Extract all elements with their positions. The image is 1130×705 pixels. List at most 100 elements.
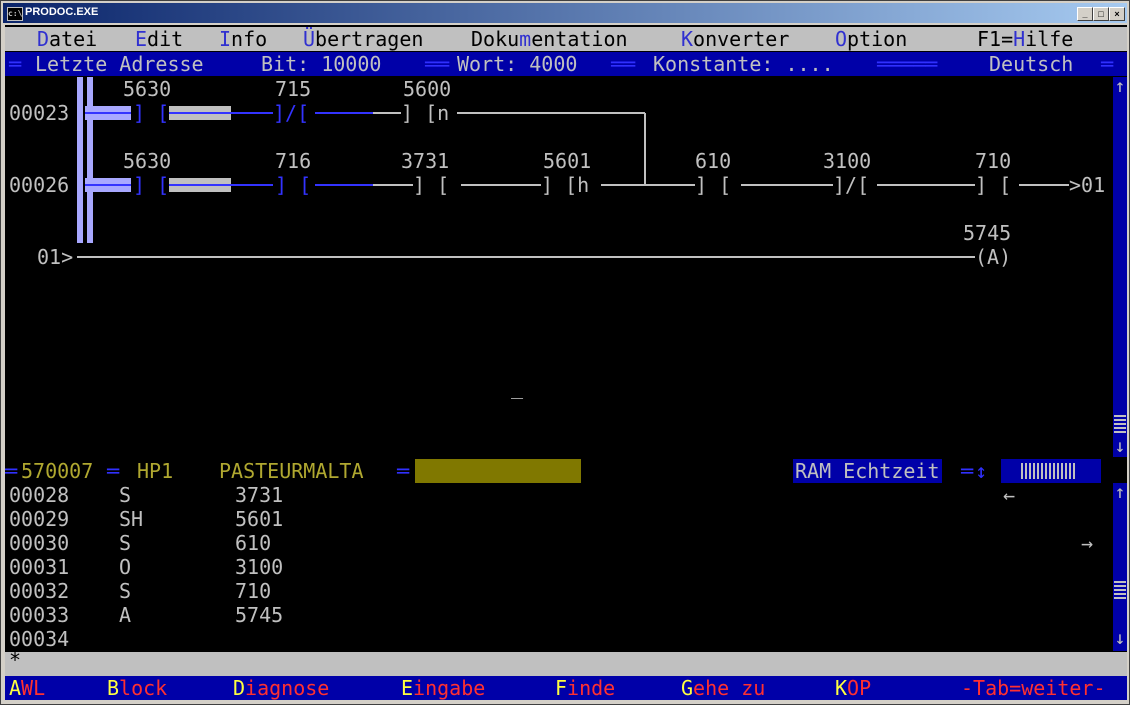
function-key-bar: AWL Block Diagnose Eingabe Finde Gehe zu… (5, 676, 1127, 700)
rung-3-addresses: 5745 (5, 221, 1113, 245)
menu-option[interactable]: Option (835, 27, 907, 51)
word-count: Wort: 4000 (457, 52, 578, 76)
contact-neg[interactable]: ] [n (401, 101, 449, 125)
contact-address: 716 (275, 149, 312, 173)
app-window: c:\ PRODOC.EXE _ □ × Datei Edit Info Übe… (0, 0, 1130, 705)
window-title: PRODOC.EXE (25, 6, 99, 18)
connector-out[interactable]: >01 (1069, 173, 1105, 197)
contact-no[interactable]: ] [ (695, 173, 731, 197)
operand: 5601 (235, 507, 284, 531)
line-number: 00029 (9, 507, 70, 531)
plc-name: HP1 (137, 459, 174, 483)
list-item[interactable]: 00030 S 610 (5, 531, 1113, 555)
h-scroll-thumb[interactable] (1021, 463, 1077, 479)
scroll-thumb[interactable] (1114, 579, 1126, 599)
status-bar: ═ Letzte Adresse Bit: 10000 ══ Wort: 400… (5, 52, 1127, 76)
list-item[interactable]: 00031 O 3100 (5, 555, 1113, 579)
operand: 3100 (235, 555, 284, 579)
dos-screen: Datei Edit Info Übertragen Dokumentation… (5, 25, 1127, 700)
fkey-diagnose[interactable]: Diagnose (233, 676, 329, 700)
menu-info[interactable]: Info (219, 27, 267, 51)
menu-uebertragen[interactable]: Übertragen (303, 27, 423, 51)
scroll-up-arrow[interactable]: ↑ (1113, 77, 1127, 97)
mode-indicator[interactable]: RAM Echtzeit (793, 459, 942, 483)
fkey-gehe-zu[interactable]: Gehe zu (681, 676, 765, 700)
list-item[interactable]: 00029 SH 5601 (5, 507, 1113, 531)
console-icon: c:\ (7, 7, 23, 21)
scroll-up-arrow[interactable]: ↑ (1113, 483, 1127, 503)
maximize-button[interactable]: □ (1093, 7, 1109, 21)
line-number: 00028 (9, 483, 70, 507)
rung-3[interactable]: 01> (A) (5, 245, 1113, 269)
ladder-diagram[interactable]: 5630 715 5600 00023 ] [ ]/[ ] [n 5630 71… (5, 77, 1113, 457)
fkey-kop[interactable]: KOP (835, 676, 871, 700)
operation: S (119, 483, 132, 507)
menu-bar: Datei Edit Info Übertragen Dokumentation… (5, 27, 1127, 51)
list-scrollbar[interactable]: ↑ ↓ (1113, 483, 1127, 651)
connector-in[interactable]: 01> (37, 245, 73, 269)
output-coil[interactable]: (A) (975, 245, 1011, 269)
menu-konverter[interactable]: Konverter (681, 27, 789, 51)
contact-address: 5601 (543, 149, 592, 173)
line-number: 00032 (9, 579, 70, 603)
list-item[interactable]: 00028 S 3731 (5, 483, 1113, 507)
contact-address: 5600 (403, 77, 452, 101)
operation: S (119, 579, 132, 603)
list-item[interactable]: 00032 S 710 (5, 579, 1113, 603)
scroll-down-arrow[interactable]: ↓ (1113, 629, 1127, 649)
rung-number: 00026 (9, 173, 70, 197)
title-bar[interactable]: c:\ PRODOC.EXE _ □ × (3, 3, 1127, 23)
operation: SH (119, 507, 144, 531)
bit-count: Bit: 10000 (261, 52, 382, 76)
contact-no[interactable]: ] [ (413, 173, 449, 197)
operation: A (119, 603, 132, 627)
operand: 5745 (235, 603, 284, 627)
operation: S (119, 531, 132, 555)
contact-no[interactable]: ] [ (975, 173, 1011, 197)
operand: 3731 (235, 483, 284, 507)
contact-address: 3100 (823, 149, 872, 173)
menu-help[interactable]: F1=Hilfe (977, 27, 1073, 51)
language-indicator[interactable]: Deutsch (989, 52, 1073, 76)
instruction-list[interactable]: 00028 S 3731 00029 SH 5601 00030 S 610 0… (5, 483, 1113, 651)
close-button[interactable]: × (1109, 7, 1125, 21)
coil-address: 5745 (963, 221, 1012, 245)
scroll-thumb[interactable] (1114, 413, 1126, 433)
tab-hint: -Tab=weiter- (961, 676, 1106, 700)
operand: 710 (235, 579, 272, 603)
menu-dokumentation[interactable]: Dokumentation (471, 27, 628, 51)
cpu-group-field: UP80 GR80 (415, 459, 581, 531)
fkey-awl[interactable]: AWL (9, 676, 45, 700)
command-line[interactable]: * (5, 648, 1127, 676)
contact-nc[interactable]: ]/[ (273, 101, 309, 125)
contact-no[interactable]: ] [ (275, 173, 311, 197)
project-name: PASTEURMALTA (219, 459, 364, 483)
operand: 610 (235, 531, 272, 555)
contact-no[interactable]: ] [ (133, 173, 169, 197)
menu-edit[interactable]: Edit (135, 27, 183, 51)
minimize-button[interactable]: _ (1077, 7, 1093, 21)
rung-2-addresses: 5630 716 3731 5601 610 3100 710 (5, 149, 1113, 173)
scroll-down-arrow[interactable]: ↓ (1113, 437, 1127, 457)
info-bar: ═ 570007 ═ HP1 PASTEURMALTA ═ UP80 GR80 … (5, 459, 1113, 555)
contact-pos[interactable]: ] [h (541, 173, 589, 197)
menu-datei[interactable]: Datei (37, 27, 97, 51)
command-prompt: * (9, 648, 22, 672)
rung-2[interactable]: 00026 ] [ ] [ ] [ ] [h ] [ ]/[ ] [ >01 (5, 173, 1113, 197)
list-item[interactable]: 00034 (5, 627, 1113, 651)
contact-no[interactable]: ] [ (133, 101, 169, 125)
contact-address: 5630 (123, 149, 172, 173)
contact-nc[interactable]: ]/[ (833, 173, 869, 197)
fkey-eingabe[interactable]: Eingabe (401, 676, 485, 700)
line-number: 00030 (9, 531, 70, 555)
ladder-scrollbar[interactable]: ↑ ↓ (1113, 77, 1127, 457)
horizontal-scrollbar[interactable]: ← → (1001, 459, 1101, 555)
fkey-block[interactable]: Block (107, 676, 167, 700)
constant-field: Konstante: .... (653, 52, 834, 76)
fkey-finde[interactable]: Finde (555, 676, 615, 700)
list-item[interactable]: 00033 A 5745 (5, 603, 1113, 627)
vertical-resize-icon[interactable]: ↕ (975, 459, 987, 483)
contact-address: 710 (975, 149, 1012, 173)
rung-1[interactable]: 00023 ] [ ]/[ ] [n (5, 101, 1113, 125)
contact-address: 715 (275, 77, 312, 101)
